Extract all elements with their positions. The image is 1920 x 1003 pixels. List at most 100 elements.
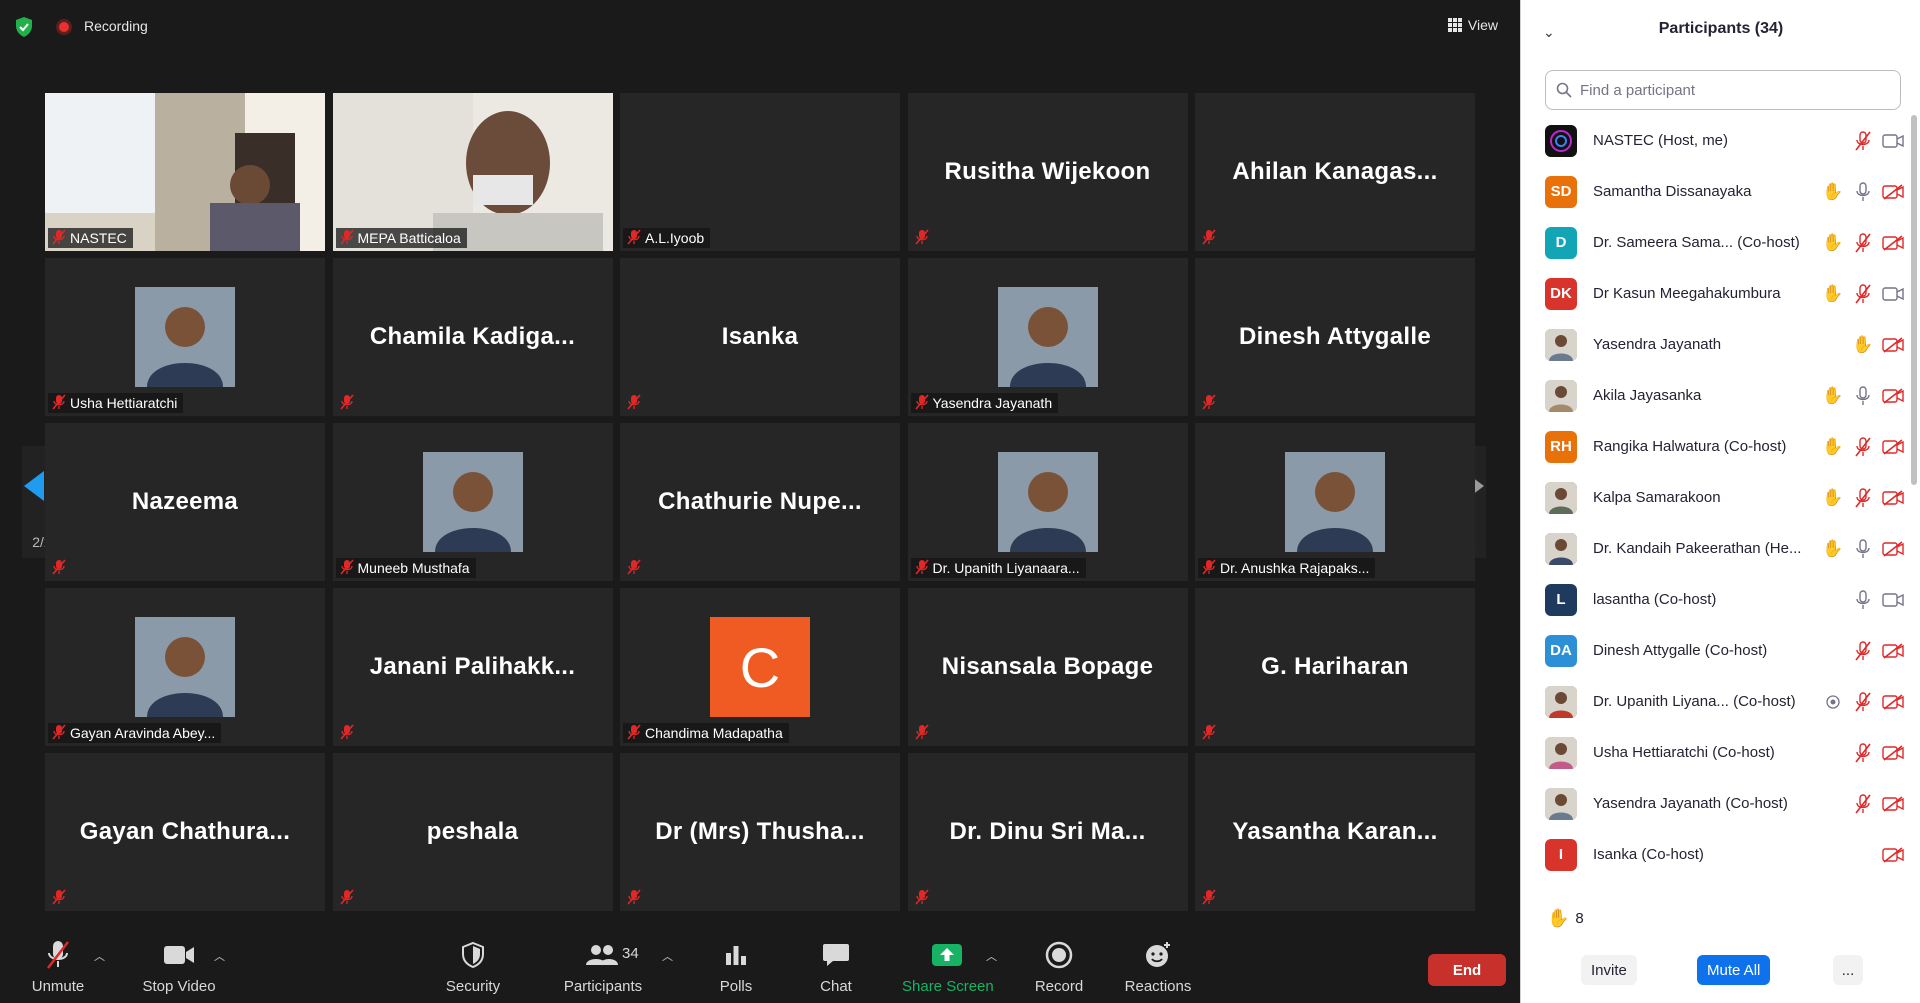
participant-role: (Co-host): [1737, 234, 1800, 251]
video-tile[interactable]: Chamila Kadiga...: [332, 258, 613, 416]
invite-button[interactable]: Invite: [1581, 955, 1637, 985]
video-tile[interactable]: Nazeema: [45, 423, 325, 581]
participant-row[interactable]: DA Dinesh Attygalle (Co-host): [1521, 625, 1913, 676]
record-button[interactable]: Record: [1034, 938, 1084, 995]
mic-muted-icon[interactable]: [1851, 283, 1875, 305]
participants-options-caret[interactable]: ︿: [662, 948, 673, 964]
participant-display-name: Isanka: [721, 323, 799, 350]
video-tile[interactable]: MEPA Batticaloa: [332, 93, 613, 251]
participant-status-icons: [1851, 742, 1905, 764]
mic-muted-icon[interactable]: [1851, 130, 1875, 152]
mic-muted-icon[interactable]: [1851, 691, 1875, 713]
more-options-button[interactable]: ...: [1833, 955, 1863, 985]
video-off-icon[interactable]: [1881, 436, 1905, 458]
video-tile[interactable]: A.L.Iyoob: [620, 93, 900, 251]
video-tile[interactable]: peshala: [332, 753, 613, 911]
participant-photo: [135, 287, 235, 387]
mic-muted-icon[interactable]: [1851, 742, 1875, 764]
video-tile[interactable]: Muneeb Musthafa: [332, 423, 613, 581]
participant-row[interactable]: Llasantha (Co-host): [1521, 574, 1913, 625]
video-tile[interactable]: Janani Palihakk...: [332, 588, 613, 746]
share-options-caret[interactable]: ︿: [986, 948, 997, 964]
mic-muted-icon[interactable]: [1851, 793, 1875, 815]
participant-row[interactable]: Yasendra Jayanath (Co-host): [1521, 778, 1913, 829]
stop-video-button[interactable]: Stop Video: [138, 938, 220, 995]
video-tile[interactable]: Gayan Chathura...: [45, 753, 325, 911]
participant-row[interactable]: I Isanka (Co-host): [1521, 829, 1913, 880]
participant-row[interactable]: DK Dr Kasun Meegahakumbura ✋: [1521, 268, 1913, 319]
participant-row[interactable]: RH Rangika Halwatura (Co-host) ✋: [1521, 421, 1913, 472]
chat-button[interactable]: Chat: [816, 938, 856, 995]
video-tile[interactable]: Nisansala Bopage: [907, 588, 1188, 746]
video-off-icon[interactable]: [1881, 793, 1905, 815]
participant-row[interactable]: Dr. Kandaih Pakeerathan (He... ✋: [1521, 523, 1913, 574]
participant-list-scrollbar[interactable]: [1911, 115, 1917, 885]
share-screen-button[interactable]: Share Screen: [902, 938, 994, 995]
video-off-icon[interactable]: [1881, 334, 1905, 356]
video-off-icon[interactable]: [1881, 487, 1905, 509]
participant-row[interactable]: Kalpa Samarakoon ✋: [1521, 472, 1913, 523]
participant-list: NASTEC (Host, me) SD Samantha Dissanayaka ✋…: [1521, 115, 1913, 885]
video-off-icon[interactable]: [1881, 385, 1905, 407]
mic-icon[interactable]: [1851, 181, 1875, 203]
participant-row[interactable]: Akila Jayasanka ✋: [1521, 370, 1913, 421]
video-off-icon[interactable]: [1881, 538, 1905, 560]
mute-all-button[interactable]: Mute All: [1697, 955, 1771, 985]
mic-icon[interactable]: [1851, 589, 1875, 611]
video-off-icon[interactable]: [1881, 742, 1905, 764]
video-options-caret[interactable]: ︿: [214, 948, 225, 964]
participants-button[interactable]: 34 Participants: [560, 938, 646, 995]
mic-icon[interactable]: [1851, 385, 1875, 407]
shield-check-icon[interactable]: [14, 16, 34, 38]
video-tile[interactable]: Rusitha Wijekoon: [907, 93, 1188, 251]
polls-button[interactable]: Polls: [716, 938, 756, 995]
reactions-button[interactable]: Reactions: [1124, 938, 1192, 995]
participant-search-input[interactable]: [1580, 81, 1880, 99]
video-tile[interactable]: Dr (Mrs) Thusha...: [620, 753, 900, 911]
video-on-icon[interactable]: [1881, 283, 1905, 305]
video-on-icon[interactable]: [1881, 589, 1905, 611]
video-tile[interactable]: G. Hariharan: [1195, 588, 1475, 746]
participant-photo: [422, 452, 523, 552]
mic-muted-icon[interactable]: [1851, 232, 1875, 254]
video-tile[interactable]: Dr. Anushka Rajapaks...: [1195, 423, 1475, 581]
tile-name-label: [336, 723, 360, 743]
audio-options-caret[interactable]: ︿: [94, 948, 105, 964]
video-tile[interactable]: Yasantha Karan...: [1195, 753, 1475, 911]
video-tile[interactable]: C Chandima Madapatha: [620, 588, 900, 746]
participant-row[interactable]: Yasendra Jayanath ✋: [1521, 319, 1913, 370]
participant-row[interactable]: D Dr. Sameera Sama... (Co-host) ✋: [1521, 217, 1913, 268]
mic-muted-icon[interactable]: [1851, 487, 1875, 509]
participant-row[interactable]: SD Samantha Dissanayaka ✋: [1521, 166, 1913, 217]
tile-participant-name: Chandima Madapatha: [645, 725, 783, 741]
view-button[interactable]: View: [1444, 14, 1502, 36]
unmute-button[interactable]: Unmute: [30, 938, 86, 995]
participant-row[interactable]: NASTEC (Host, me): [1521, 115, 1913, 166]
video-tile[interactable]: Ahilan Kanagas...: [1195, 93, 1475, 251]
mic-muted-icon[interactable]: [1851, 436, 1875, 458]
video-tile[interactable]: Gayan Aravinda Abey...: [45, 588, 325, 746]
end-meeting-button[interactable]: End: [1428, 954, 1506, 986]
video-tile[interactable]: Yasendra Jayanath: [907, 258, 1188, 416]
security-button[interactable]: Security: [444, 938, 502, 995]
mic-icon[interactable]: [1851, 538, 1875, 560]
video-off-icon[interactable]: [1881, 691, 1905, 713]
video-off-icon[interactable]: [1881, 181, 1905, 203]
video-tile[interactable]: Isanka: [620, 258, 900, 416]
video-tile[interactable]: Usha Hettiaratchi: [45, 258, 325, 416]
video-tile[interactable]: NASTEC: [45, 93, 325, 251]
video-tile[interactable]: Dinesh Attygalle: [1195, 258, 1475, 416]
video-off-icon[interactable]: [1881, 232, 1905, 254]
video-tile[interactable]: Chathurie Nupe...: [620, 423, 900, 581]
video-on-icon[interactable]: [1881, 130, 1905, 152]
participant-row[interactable]: Dr. Upanith Liyana... (Co-host): [1521, 676, 1913, 727]
participant-search-box[interactable]: [1545, 70, 1901, 110]
mic-muted-icon[interactable]: [1851, 640, 1875, 662]
video-tile[interactable]: Dr. Dinu Sri Ma...: [907, 753, 1188, 911]
muted-mic-icon: [52, 393, 66, 413]
video-off-icon[interactable]: [1881, 640, 1905, 662]
video-off-icon[interactable]: [1881, 844, 1905, 866]
reactions-smiley-icon: [1146, 942, 1170, 967]
participant-row[interactable]: Usha Hettiaratchi (Co-host): [1521, 727, 1913, 778]
video-tile[interactable]: Dr. Upanith Liyanaara...: [907, 423, 1188, 581]
